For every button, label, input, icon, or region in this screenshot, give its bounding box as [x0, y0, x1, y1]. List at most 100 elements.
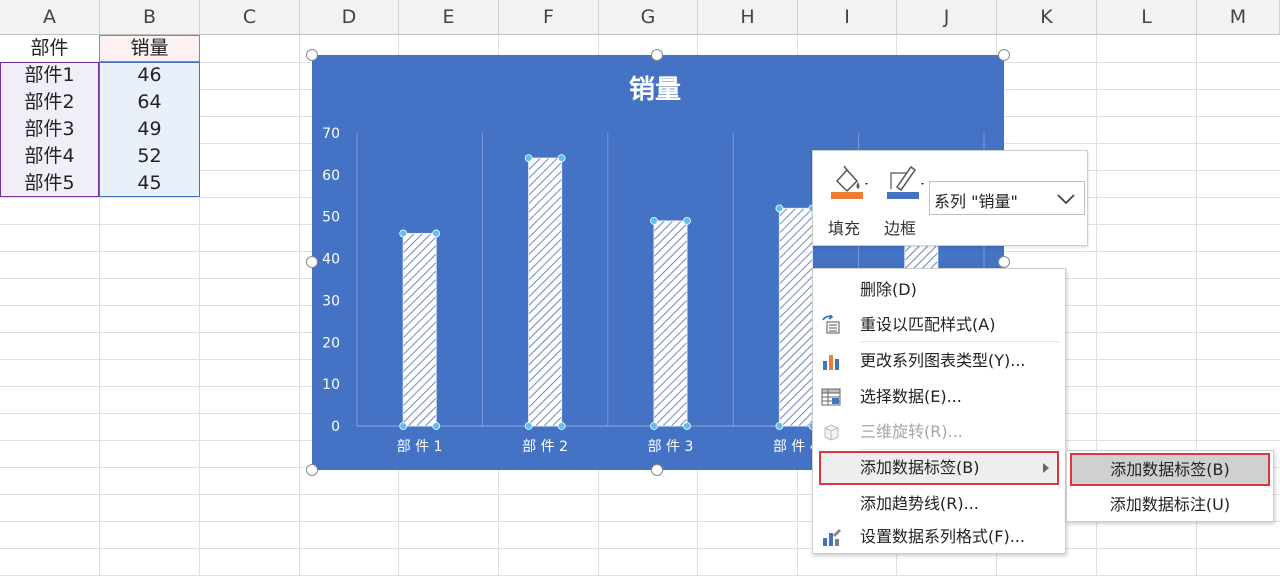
- resize-handle-bottom-left[interactable]: [306, 464, 318, 476]
- column-header-F[interactable]: F: [499, 0, 599, 35]
- y-tick-label: 30: [322, 293, 340, 309]
- paint-bucket-icon: [831, 165, 868, 199]
- y-tick-label: 60: [322, 168, 340, 184]
- pen-icon: [887, 165, 924, 199]
- menu-item-change-chart-type[interactable]: 更改系列图表类型(Y)...: [813, 343, 1065, 379]
- series-select[interactable]: 系列 "销量": [929, 181, 1085, 215]
- column-header-C[interactable]: C: [200, 0, 300, 35]
- bar-部件2[interactable]: [528, 157, 563, 427]
- bar-selection-handle[interactable]: [650, 422, 658, 430]
- column-header-E[interactable]: E: [399, 0, 499, 35]
- cell-B3[interactable]: 64: [99, 89, 200, 116]
- bar-部件4[interactable]: [778, 207, 813, 427]
- cell-A6[interactable]: 部件5: [0, 170, 99, 197]
- bar-selection-handle[interactable]: [399, 229, 408, 238]
- chevron-down-icon: [1057, 194, 1075, 205]
- column-header-A[interactable]: A: [0, 0, 100, 35]
- data-labels-submenu: 添加数据标签(B) 添加数据标注(U): [1066, 450, 1274, 522]
- bar-selection-handle[interactable]: [524, 154, 533, 163]
- menu-divider: [860, 341, 1060, 342]
- y-tick-label: 0: [331, 419, 340, 435]
- menu-item-label: 重设以匹配样式(A): [860, 315, 996, 334]
- column-header-K[interactable]: K: [997, 0, 1097, 35]
- submenu-item-add-data-callouts[interactable]: 添加数据标注(U): [1070, 488, 1270, 521]
- bar-selection-handle[interactable]: [557, 422, 566, 430]
- bar-selection-handle[interactable]: [399, 422, 408, 430]
- chart-type-icon: [823, 355, 839, 370]
- column-header-M[interactable]: M: [1197, 0, 1280, 35]
- menu-item-label: 更改系列图表类型(Y)...: [860, 351, 1026, 370]
- chart-title[interactable]: 销量: [629, 75, 681, 105]
- format-series-icon: [823, 529, 841, 546]
- cell-A1[interactable]: 部件: [0, 35, 99, 62]
- column-header-D[interactable]: D: [300, 0, 399, 35]
- cell-A4[interactable]: 部件3: [0, 116, 99, 143]
- column-header-L[interactable]: L: [1097, 0, 1197, 35]
- fill-label: 填充: [828, 219, 861, 238]
- y-tick-label: 50: [322, 210, 340, 226]
- x-tick-label: 部 件 1: [397, 439, 443, 455]
- resize-handle-top-left[interactable]: [306, 49, 318, 61]
- cell-A2[interactable]: 部件1: [0, 62, 99, 89]
- bar-部件1[interactable]: [402, 232, 437, 427]
- y-tick-label: 40: [322, 252, 340, 268]
- bar-selection-handle[interactable]: [432, 229, 441, 238]
- resize-handle-top[interactable]: [651, 49, 663, 61]
- cell-B4[interactable]: 49: [99, 116, 200, 143]
- menu-item-label: 设置数据系列格式(F)...: [860, 527, 1025, 546]
- menu-item-label: 选择数据(E)...: [860, 387, 962, 406]
- context-menu: 删除(D) 重设以匹配样式(A) 更改系列图表类型(Y)... 选择数据(E).…: [812, 268, 1066, 554]
- y-tick-label: 70: [322, 126, 340, 142]
- cell-B5[interactable]: 52: [99, 143, 200, 170]
- resize-handle-right[interactable]: [998, 256, 1010, 268]
- menu-item-label: 删除(D): [860, 280, 917, 299]
- cell-A3[interactable]: 部件2: [0, 89, 99, 116]
- submenu-item-add-data-labels[interactable]: 添加数据标签(B): [1070, 453, 1270, 486]
- menu-item-label: 添加趋势线(R)...: [860, 494, 979, 513]
- column-header-I[interactable]: I: [798, 0, 897, 35]
- border-button[interactable]: 边框: [879, 159, 931, 239]
- menu-item-select-data[interactable]: 选择数据(E)...: [813, 379, 1065, 415]
- resize-handle-bottom[interactable]: [651, 464, 663, 476]
- border-label: 边框: [884, 219, 917, 238]
- menu-item-label: 三维旋转(R)...: [860, 422, 963, 441]
- y-tick-label: 10: [322, 377, 340, 393]
- x-tick-label: 部 件 2: [522, 439, 568, 455]
- bar-selection-handle[interactable]: [683, 216, 691, 225]
- resize-handle-left[interactable]: [306, 256, 318, 268]
- submenu-item-label: 添加数据标注(U): [1109, 495, 1231, 514]
- bar-selection-handle[interactable]: [775, 422, 784, 430]
- grid-line: [0, 548, 1280, 549]
- column-header-B[interactable]: B: [100, 0, 200, 35]
- submenu-arrow-icon: [1043, 463, 1049, 473]
- x-tick-label: 部 件 3: [648, 439, 694, 455]
- cell-B6[interactable]: 45: [99, 170, 200, 197]
- 3d-rotate-icon: [824, 424, 839, 441]
- column-header-H[interactable]: H: [698, 0, 798, 35]
- bar-selection-handle[interactable]: [775, 204, 784, 213]
- menu-divider: [860, 449, 1060, 450]
- select-data-icon: [821, 388, 841, 406]
- series-select-value: 系列 "销量": [934, 192, 1018, 211]
- cell-A5[interactable]: 部件4: [0, 143, 99, 170]
- menu-item-delete[interactable]: 删除(D): [813, 272, 1065, 308]
- cell-B1[interactable]: 销量: [99, 35, 200, 62]
- bar-selection-handle[interactable]: [683, 422, 691, 430]
- bar-selection-handle[interactable]: [557, 154, 566, 163]
- mini-toolbar: 填充 边框 系列 "销量": [812, 150, 1088, 246]
- bar-selection-handle[interactable]: [524, 422, 533, 430]
- bar-selection-handle[interactable]: [650, 216, 658, 225]
- bar-部件3[interactable]: [653, 220, 688, 427]
- column-header-G[interactable]: G: [599, 0, 698, 35]
- resize-handle-top-right[interactable]: [998, 49, 1010, 61]
- cell-B2[interactable]: 46: [99, 62, 200, 89]
- column-header-J[interactable]: J: [897, 0, 997, 35]
- menu-item-reset-style[interactable]: 重设以匹配样式(A): [813, 307, 1065, 343]
- y-tick-label: 20: [322, 335, 340, 351]
- menu-item-add-data-labels[interactable]: 添加数据标签(B): [819, 451, 1059, 485]
- menu-item-add-trendline[interactable]: 添加趋势线(R)...: [813, 486, 1065, 522]
- bar-selection-handle[interactable]: [432, 422, 441, 430]
- fill-button[interactable]: 填充: [823, 159, 875, 239]
- submenu-item-label: 添加数据标签(B): [1110, 460, 1230, 479]
- menu-item-format-series[interactable]: 设置数据系列格式(F)...: [813, 519, 1065, 555]
